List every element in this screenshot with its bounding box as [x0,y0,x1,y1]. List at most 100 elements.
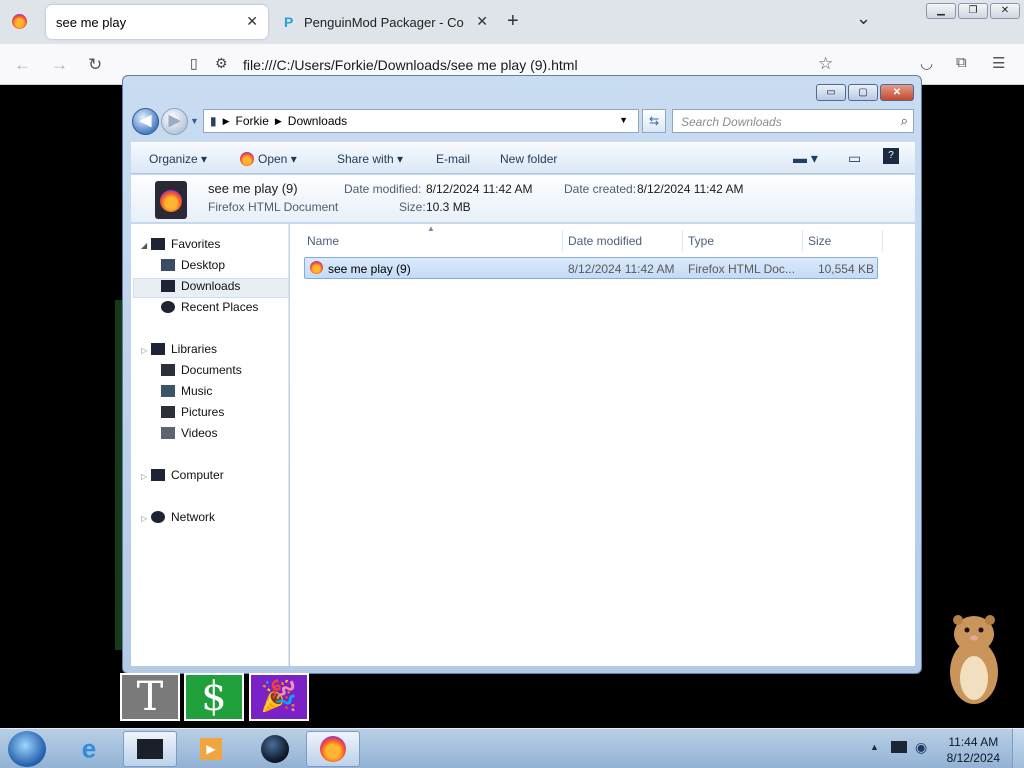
column-separator[interactable] [682,230,683,252]
bookmark-star-icon[interactable]: ☆ [818,54,833,74]
taskbar-media-player[interactable]: ▶ [184,731,238,767]
permissions-icon[interactable]: ⚙ [215,55,228,72]
tab-penguinmod-packager[interactable]: P PenguinMod Packager - Conve ✕ [278,5,498,39]
nav-downloads[interactable]: Downloads [161,279,240,293]
pocket-icon[interactable]: ◡ [920,54,933,72]
details-modified-label: Date modified: [344,182,422,196]
search-box[interactable]: Search Downloads ⌕ [672,109,914,133]
show-hidden-icons[interactable]: ▲ [870,742,879,752]
tab-label: PenguinMod Packager - Conve [304,15,464,30]
launcher-party-popper-button[interactable]: 🎉 [249,673,309,721]
start-button[interactable] [8,731,46,767]
tab-close-icon[interactable]: ✕ [246,13,258,30]
refresh-button[interactable]: ⇆ [642,109,666,133]
hamster-image [950,615,998,704]
details-size-value: 10.3 MB [426,200,471,214]
new-tab-button[interactable]: + [507,10,519,33]
nav-computer[interactable]: Computer [151,468,224,482]
network-status-icon[interactable]: ◉ [915,739,927,756]
taskbar-internet-explorer[interactable]: e [62,731,116,767]
browser-restore-button[interactable]: ❐ [958,3,988,19]
launcher-dollar-button[interactable]: $ [184,673,244,721]
forward-arrow-icon[interactable]: → [51,55,68,75]
file-row[interactable]: see me play (9) 8/12/2024 11:42 AM Firef… [304,257,878,279]
menu-icon[interactable]: ☰ [992,54,1005,72]
details-modified-value: 8/12/2024 11:42 AM [426,182,533,196]
file-list: ▲ Name Date modified Type Size see me pl… [290,224,915,666]
organize-button[interactable]: Organize ▾ [149,152,207,166]
downloads-icon [161,280,175,292]
recent-pages-dropdown-icon[interactable]: ▼ [190,116,199,126]
browser-close-button[interactable]: ✕ [990,3,1020,19]
launcher-t-button[interactable]: T [120,673,180,721]
new-folder-button[interactable]: New folder [500,152,557,166]
firefox-icon [320,736,346,762]
nav-pictures[interactable]: Pictures [161,405,224,419]
url-text: file:///C:/Users/Forkie/Downloads/see me… [243,57,578,73]
address-dropdown-icon[interactable]: ▼ [619,115,628,125]
tab-close-icon[interactable]: ✕ [476,13,488,30]
show-desktop-button[interactable] [1012,729,1024,768]
details-file-name: see me play (9) [208,181,298,196]
clock-date: 8/12/2024 [946,751,1000,765]
expand-network-icon[interactable]: ▷ [141,514,147,523]
nav-favorites[interactable]: Favorites [151,237,220,251]
expand-libraries-icon[interactable]: ▷ [141,346,147,355]
change-view-icon[interactable]: ▬ ▾ [793,150,818,167]
nav-music[interactable]: Music [161,384,212,398]
preview-pane-icon[interactable]: ▭ [848,150,861,167]
details-file-type: Firefox HTML Document [208,200,339,214]
taskbar-globe-app[interactable] [248,731,302,767]
expand-computer-icon[interactable]: ▷ [141,472,147,481]
page-icon: ▯ [190,55,198,71]
nav-desktop[interactable]: Desktop [161,258,225,272]
taskbar-firefox[interactable] [306,731,360,767]
list-all-tabs-icon[interactable]: ⌄ [856,8,871,29]
explorer-caption-buttons: ▭ ▢ ✕ [816,84,914,102]
nav-libraries[interactable]: Libraries [151,342,217,356]
search-icon[interactable]: ⌕ [901,113,908,129]
forward-button[interactable]: ▶ [161,108,188,135]
navigation-pane: ◢ Favorites Desktop Downloads Recent Pla… [131,224,289,666]
column-header-date-modified[interactable]: Date modified [568,234,642,248]
breadcrumb-downloads[interactable]: Downloads [288,114,347,128]
nav-network[interactable]: Network [151,510,215,524]
action-center-icon[interactable] [891,741,907,753]
taskbar-windows-explorer[interactable] [123,731,177,767]
column-header-name[interactable]: Name [307,234,339,248]
explorer-close-button[interactable]: ✕ [880,84,914,101]
reload-icon[interactable]: ↻ [88,55,102,75]
file-date-modified: 8/12/2024 11:42 AM [568,262,675,276]
nav-videos[interactable]: Videos [161,426,217,440]
explorer-minimize-button[interactable]: ▭ [816,84,846,101]
extensions-icon[interactable]: ⧉ [956,54,967,71]
breadcrumb-separator-icon[interactable]: ▶ [275,116,282,127]
column-header-type[interactable]: Type [688,234,714,248]
breadcrumb-separator-icon[interactable]: ▶ [223,116,230,127]
help-icon[interactable]: ? [883,148,899,164]
back-forward-buttons: ◀ ▶ ▼ [132,108,204,136]
collapse-favorites-icon[interactable]: ◢ [141,241,147,250]
tab-see-me-play[interactable]: see me play ✕ [46,5,268,39]
explorer-window: ▭ ▢ ✕ ◀ ▶ ▼ ▮ ▶ Forkie ▶ Downloads ▼ ⇆ S… [122,75,922,674]
nav-recent-places[interactable]: Recent Places [161,300,258,314]
column-separator[interactable] [882,230,883,252]
details-pane: see me play (9) Firefox HTML Document Da… [131,175,915,223]
computer-icon [151,469,165,481]
breadcrumb-forkie[interactable]: Forkie [236,114,269,128]
recent-places-icon [161,301,175,313]
open-button[interactable]: Open ▾ [240,152,297,166]
address-bar[interactable]: ▮ ▶ Forkie ▶ Downloads ▼ [203,109,639,133]
back-button[interactable]: ◀ [132,108,159,135]
column-header-size[interactable]: Size [808,234,831,248]
nav-documents[interactable]: Documents [161,363,242,377]
explorer-maximize-button[interactable]: ▢ [848,84,878,101]
system-clock[interactable]: 11:44 AM 8/12/2024 [947,734,1000,766]
email-button[interactable]: E-mail [436,152,470,166]
column-separator[interactable] [802,230,803,252]
back-arrow-icon[interactable]: ← [14,55,31,75]
star-icon [151,238,165,250]
share-with-button[interactable]: Share with ▾ [337,152,403,166]
browser-minimize-button[interactable]: ▁ [926,3,956,19]
column-separator[interactable] [562,230,563,252]
